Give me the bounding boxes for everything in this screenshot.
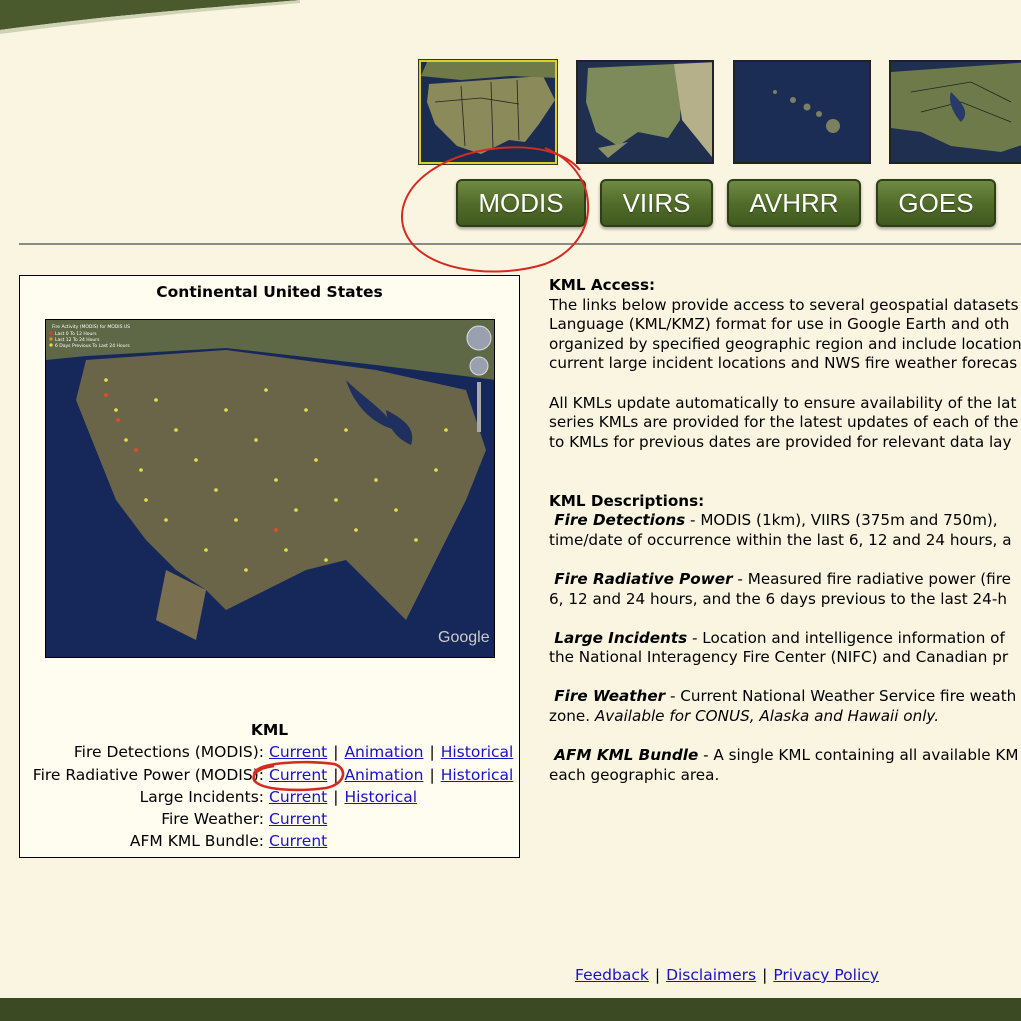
fire-activity-map[interactable]: Fire Activity (MODIS) for MODIS US Last …: [45, 319, 495, 658]
description-term: Fire Detections: [554, 511, 686, 530]
region-panel: Continental United States Fire Activity …: [19, 275, 520, 858]
text-line: series KMLs are provided for the latest …: [549, 413, 1019, 432]
kml-info: KML Access: The links below provide acce…: [549, 276, 1021, 785]
text-line: organized by specified geographic region…: [549, 334, 1021, 353]
frp-animation-link[interactable]: Animation: [344, 766, 423, 784]
kml-row-label: Large Incidents:: [139, 788, 264, 806]
fire-weather-current-link[interactable]: Current: [269, 810, 327, 828]
viirs-button[interactable]: VIIRS: [600, 179, 713, 227]
kml-row-large-incidents: Large Incidents: Current | Historical: [20, 788, 519, 808]
kml-descriptions-heading: KML Descriptions:: [549, 491, 705, 510]
description-line: Fire Radiative Power - Measured fire rad…: [554, 569, 1011, 588]
fire-detections-animation-link[interactable]: Animation: [344, 743, 423, 761]
kml-row-fire-weather: Fire Weather: Current: [20, 810, 519, 830]
text-line: zone. Available for CONUS, Alaska and Ha…: [549, 707, 940, 726]
text-line: 6, 12 and 24 hours, and the 6 days previ…: [549, 589, 1007, 608]
thumbnail-canada[interactable]: [889, 60, 1021, 164]
thumbnail-conus[interactable]: [418, 59, 558, 165]
avhrr-button[interactable]: AVHRR: [727, 179, 861, 227]
afm-bundle-current-link[interactable]: Current: [269, 832, 327, 850]
svg-text:Last 12 To 24 Hours: Last 12 To 24 Hours: [55, 337, 100, 343]
frp-historical-link[interactable]: Historical: [441, 766, 514, 784]
text-line: time/date of occurrence within the last …: [549, 530, 1012, 549]
disclaimers-link[interactable]: Disclaimers: [666, 966, 756, 984]
map-watermark: Google: [438, 629, 490, 646]
feedback-link[interactable]: Feedback: [575, 966, 649, 984]
kml-title: KML: [250, 721, 289, 739]
bottom-bar: [0, 998, 1021, 1021]
kml-row-fire-detections: Fire Detections (MODIS): Current | Animati…: [20, 743, 519, 763]
kml-row-label: AFM KML Bundle:: [129, 832, 264, 850]
goes-button[interactable]: GOES: [876, 179, 996, 227]
svg-text:6 Days Previous To Last 24 Hou: 6 Days Previous To Last 24 Hours: [55, 343, 130, 349]
kml-row-label: Fire Radiative Power (MODIS):: [32, 766, 264, 784]
description-term: Fire Radiative Power: [554, 569, 733, 588]
thumbnail-alaska[interactable]: [576, 60, 714, 164]
svg-text:Fire Activity (MODIS) for MODI: Fire Activity (MODIS) for MODIS US: [52, 324, 130, 330]
text-line: current large incident locations and NWS…: [549, 354, 1018, 373]
description-line: Fire Detections - MODIS (1km), VIIRS (37…: [554, 511, 998, 530]
text-line: each geographic area.: [549, 765, 720, 784]
text-line: Language (KML/KMZ) format for use in Goo…: [549, 315, 1010, 334]
kml-row-label: Fire Detections (MODIS):: [73, 743, 264, 761]
description-line: Large Incidents - Location and intellige…: [554, 628, 1005, 647]
large-incidents-current-link[interactable]: Current: [269, 788, 327, 806]
text-line: to KMLs for previous dates are provided …: [549, 432, 1012, 451]
description-term: Fire Weather: [554, 687, 666, 706]
thumbnail-hawaii[interactable]: [733, 60, 871, 164]
header-swoosh: [0, 0, 300, 34]
kml-access-heading: KML Access:: [549, 276, 656, 294]
text-line: All KMLs update automatically to ensure …: [549, 393, 1017, 412]
description-term: AFM KML Bundle: [554, 746, 699, 765]
fire-detections-current-link[interactable]: Current: [269, 743, 327, 761]
kml-row-fire-radiative-power: Fire Radiative Power (MODIS): Current | An…: [20, 766, 519, 786]
fire-detections-historical-link[interactable]: Historical: [441, 743, 514, 761]
description-line: AFM KML Bundle - A single KML containing…: [554, 746, 1019, 765]
description-line: Fire Weather - Current National Weather …: [554, 687, 1017, 706]
kml-row-afm-bundle: AFM KML Bundle: Current: [20, 832, 519, 852]
footer-links: Feedback | Disclaimers | Privacy Policy: [575, 966, 879, 984]
text-line: The links below provide access to severa…: [549, 295, 1019, 314]
kml-row-label: Fire Weather:: [161, 810, 264, 828]
panel-title: Continental United States: [156, 283, 383, 301]
svg-text:Last 0 To 12 Hours: Last 0 To 12 Hours: [55, 331, 97, 337]
horizontal-divider: [19, 243, 1021, 245]
description-term: Large Incidents: [554, 628, 688, 647]
large-incidents-historical-link[interactable]: Historical: [344, 788, 417, 806]
frp-current-link[interactable]: Current: [269, 766, 327, 784]
text-line: the National Interagency Fire Center (NI…: [549, 648, 1009, 667]
privacy-policy-link[interactable]: Privacy Policy: [773, 966, 879, 984]
modis-button[interactable]: MODIS: [456, 179, 586, 227]
